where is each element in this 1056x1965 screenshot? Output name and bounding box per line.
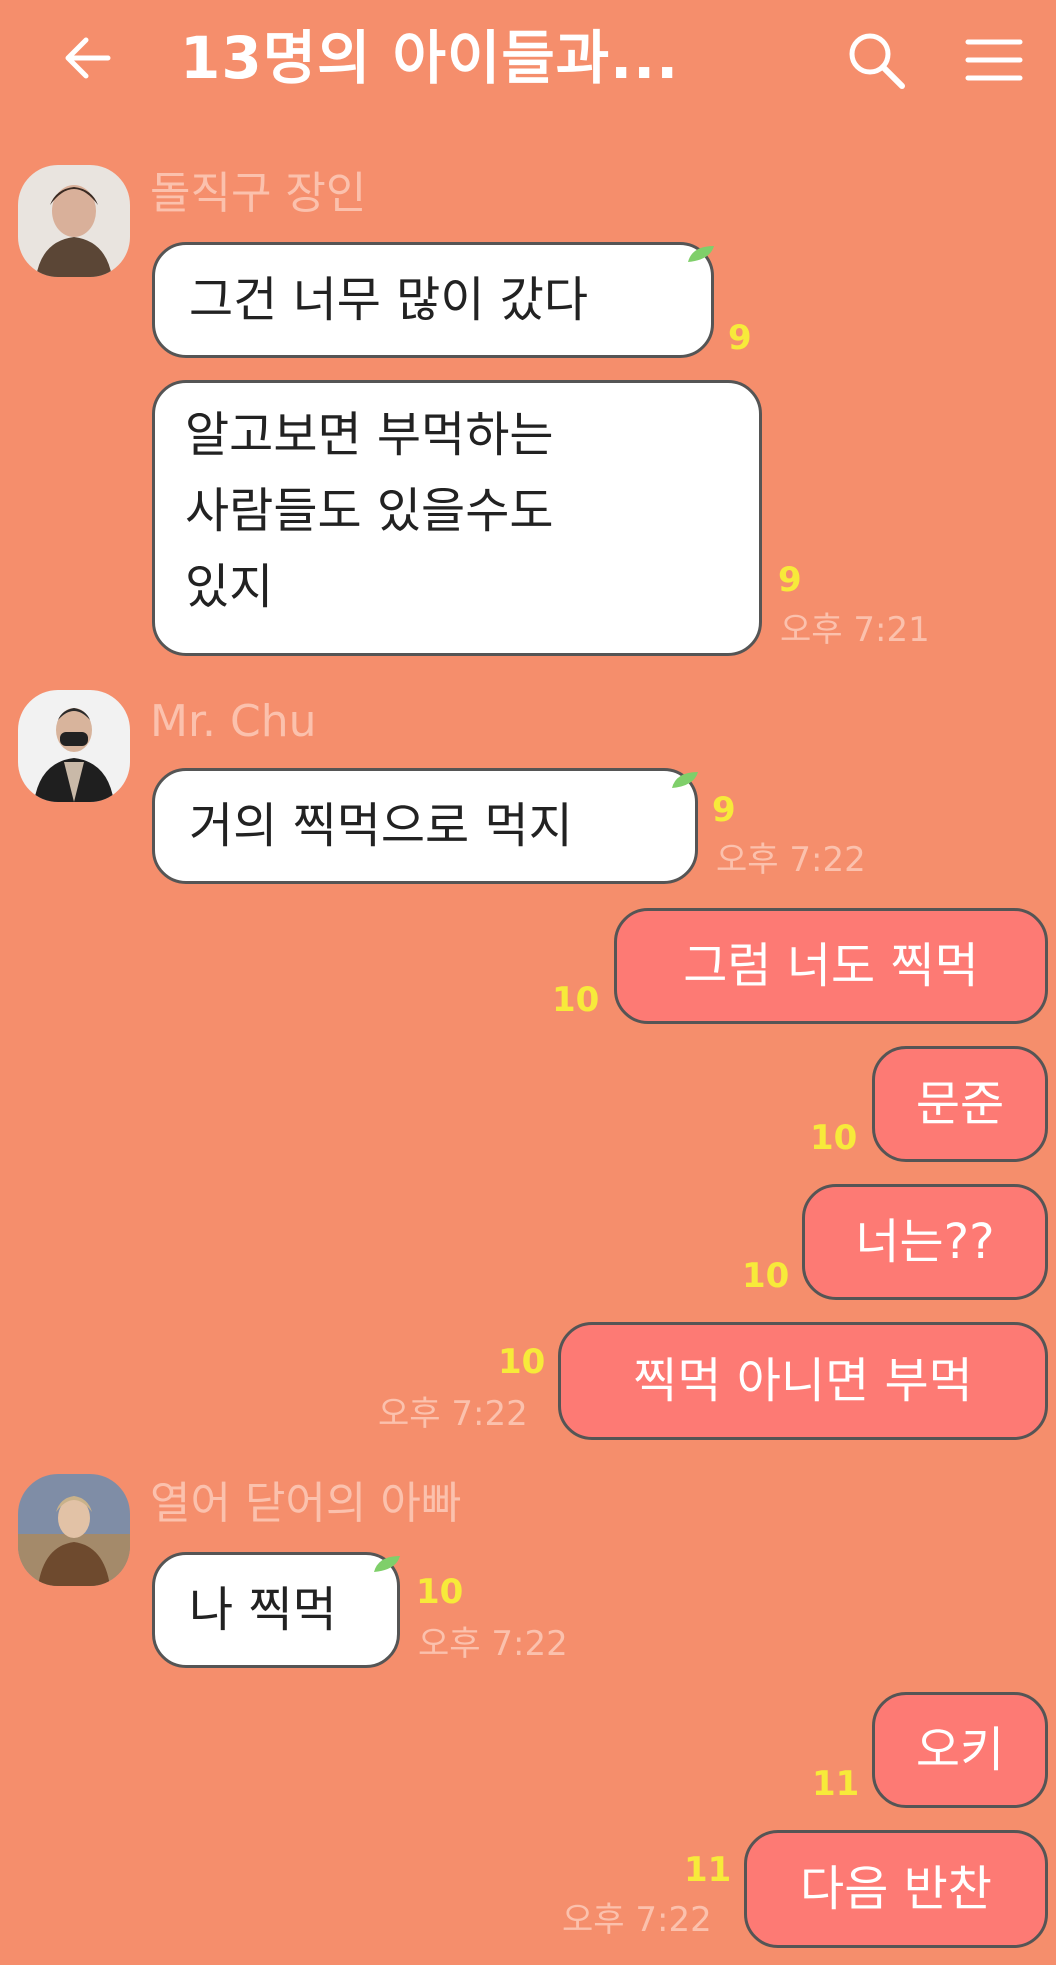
sender-name: 열어 닫어의 아빠 (150, 1478, 462, 1529)
leaf-icon (688, 246, 714, 262)
message-time: 오후 7:22 (562, 1900, 712, 1940)
message-bubble[interactable]: 찍먹 아니면 부먹 (558, 1322, 1048, 1440)
hamburger-menu-icon (965, 39, 1023, 81)
message-text-line: 있지 (185, 559, 274, 615)
leaf-icon (374, 1556, 400, 1572)
message-text: 나 찍먹 (189, 1582, 337, 1638)
message-time: 오후 7:22 (716, 840, 866, 880)
message-time: 오후 7:22 (418, 1624, 568, 1664)
message-text: 그럼 너도 찍먹 (683, 938, 979, 994)
menu-button[interactable] (964, 30, 1024, 90)
message-text: 다음 반찬 (800, 1861, 992, 1917)
message-text: 찍먹 아니면 부먹 (633, 1353, 973, 1409)
message-bubble[interactable]: 그건 너무 많이 갔다 (152, 242, 714, 358)
unread-count: 9 (728, 318, 752, 358)
message-text: 너는?? (855, 1214, 995, 1270)
arrow-left-icon (65, 37, 111, 79)
avatar[interactable] (18, 690, 130, 802)
message-bubble[interactable]: 나 찍먹 (152, 1552, 400, 1668)
unread-count: 9 (712, 790, 736, 830)
back-button[interactable] (58, 28, 118, 88)
unread-count: 10 (416, 1572, 464, 1612)
unread-count: 11 (812, 1764, 860, 1804)
message-bubble[interactable]: 거의 찍먹으로 먹지 (152, 768, 698, 884)
message-text: 거의 찍먹으로 먹지 (189, 798, 573, 854)
message-text: 문준 (915, 1076, 1005, 1132)
message-bubble[interactable]: 너는?? (802, 1184, 1048, 1300)
chat-header: 13명의 아이들과... (0, 0, 1056, 118)
avatar[interactable] (18, 165, 130, 277)
unread-count: 11 (684, 1850, 732, 1890)
unread-count: 10 (552, 980, 600, 1020)
unread-count: 10 (810, 1118, 858, 1158)
unread-count: 10 (742, 1256, 790, 1296)
message-time: 오후 7:21 (780, 610, 930, 650)
message-bubble[interactable]: 문준 (872, 1046, 1048, 1162)
message-bubble[interactable]: 다음 반찬 (744, 1830, 1048, 1948)
unread-count: 10 (498, 1342, 546, 1382)
search-button[interactable] (844, 28, 908, 92)
message-bubble[interactable]: 알고보면 부먹하는 사람들도 있을수도 있지 (152, 380, 762, 656)
chat-title: 13명의 아이들과... (180, 24, 680, 92)
leaf-icon (672, 772, 698, 788)
sender-name: Mr. Chu (150, 696, 317, 747)
message-text-line: 알고보면 부먹하는 (185, 407, 554, 463)
unread-count: 9 (778, 560, 802, 600)
sender-name: 돌직구 장인 (150, 168, 367, 219)
message-bubble[interactable]: 그럼 너도 찍먹 (614, 908, 1048, 1024)
message-text: 오키 (915, 1722, 1005, 1778)
message-text: 그건 너무 많이 갔다 (189, 272, 589, 328)
avatar[interactable] (18, 1474, 130, 1586)
message-time: 오후 7:22 (378, 1394, 528, 1434)
message-text-line: 사람들도 있을수도 (185, 483, 554, 539)
message-bubble[interactable]: 오키 (872, 1692, 1048, 1808)
search-icon (849, 33, 905, 89)
